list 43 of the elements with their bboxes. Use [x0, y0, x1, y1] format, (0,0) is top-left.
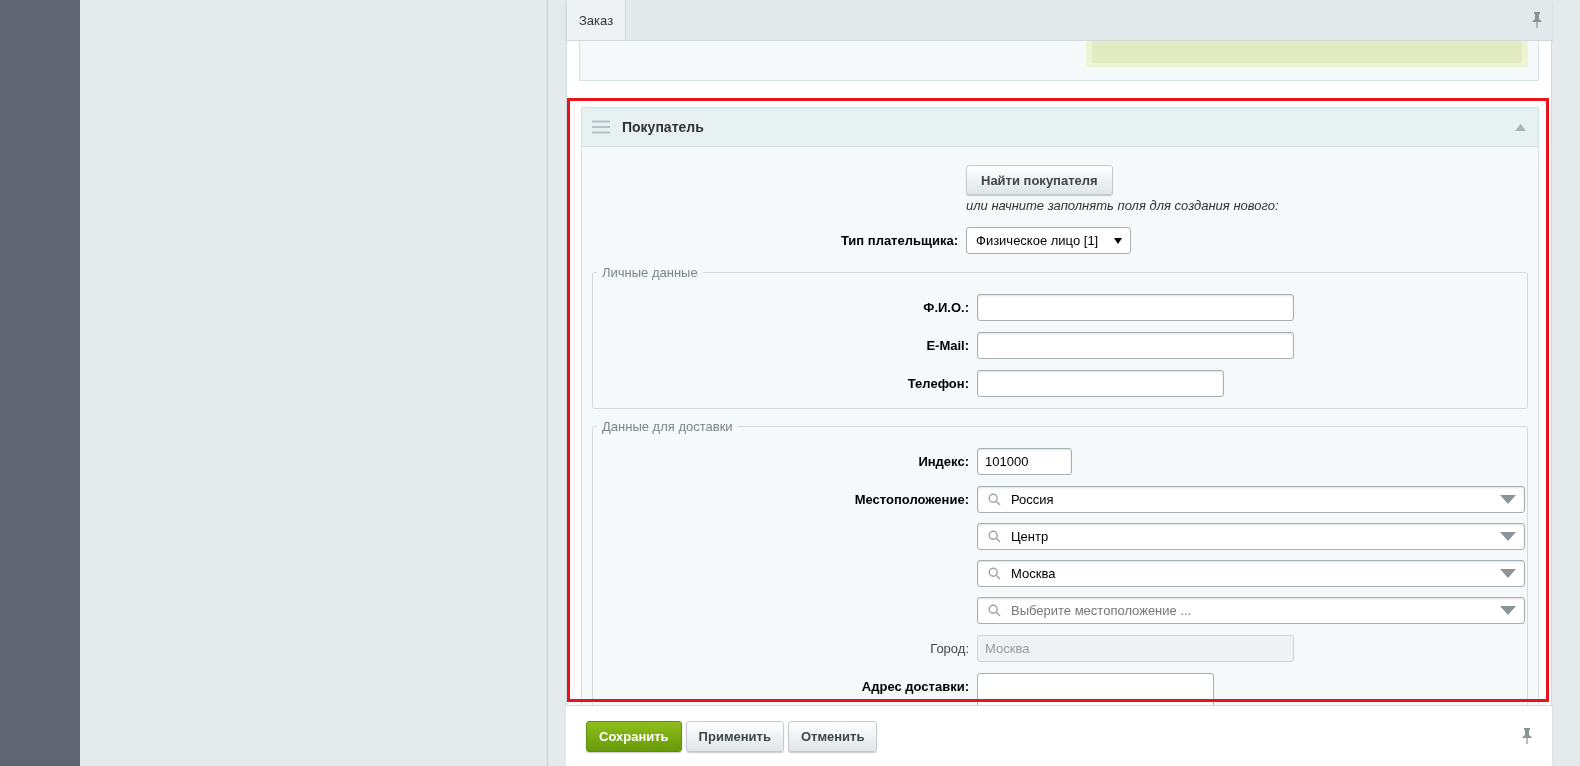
location-dropdown[interactable]: Москва: [977, 560, 1525, 587]
location-placeholder: Выберите местоположение ...: [1011, 603, 1193, 618]
input-field[interactable]: [977, 332, 1294, 359]
dropdown-arrow-icon: [1500, 606, 1516, 615]
input-field[interactable]: [977, 370, 1224, 397]
field-label: Индекс:: [917, 454, 970, 469]
footer-button[interactable]: Отменить: [787, 720, 878, 752]
find-buyer-button[interactable]: Найти покупателя: [966, 165, 1113, 195]
field-label: Телефон:: [906, 376, 970, 391]
pin-icon[interactable]: [1522, 728, 1532, 744]
dropdown-arrow-icon: [1500, 569, 1516, 578]
hint-text: или начните заполнять поля для создания нового:: [966, 198, 1280, 213]
collapse-arrow-icon[interactable]: [1515, 123, 1526, 131]
search-icon: [988, 493, 1001, 506]
payer-type-select[interactable]: Физическое лицо [1]: [966, 227, 1131, 254]
input-field[interactable]: 101000: [977, 448, 1072, 475]
search-icon: [988, 530, 1001, 543]
footer-button[interactable]: Применить: [685, 720, 784, 752]
location-dropdown[interactable]: Выберите местоположение ...: [977, 597, 1525, 624]
input-field[interactable]: [977, 294, 1294, 321]
search-icon: [988, 604, 1001, 617]
pin-icon[interactable]: [1532, 12, 1542, 28]
dropdown-arrow-icon: [1500, 532, 1516, 541]
location-value: Россия: [1011, 492, 1055, 507]
field-label: Город:: [929, 641, 970, 656]
field-label: Тип плательщика:: [839, 233, 959, 248]
location-dropdown[interactable]: Россия: [977, 486, 1525, 513]
location-value: Центр: [1011, 529, 1050, 544]
drag-handle-icon[interactable]: [592, 120, 610, 134]
dropdown-arrow-icon: [1114, 237, 1122, 244]
field-label: Адрес доставки:: [860, 678, 970, 694]
location-value: Москва: [1011, 566, 1057, 581]
search-icon: [988, 567, 1001, 580]
field-label: Ф.И.О.:: [922, 300, 970, 315]
section-title: Покупатель: [622, 119, 704, 135]
tab[interactable]: Заказ: [566, 0, 627, 40]
field-label: Местоположение:: [853, 491, 970, 507]
dropdown-arrow-icon: [1500, 495, 1516, 504]
field-label: E-Mail:: [925, 338, 970, 353]
location-dropdown[interactable]: Центр: [977, 523, 1525, 550]
section-header[interactable]: Покупатель: [582, 108, 1538, 147]
group-legend: Личные данные: [597, 265, 703, 280]
group-legend: Данные для доставки: [597, 419, 738, 434]
